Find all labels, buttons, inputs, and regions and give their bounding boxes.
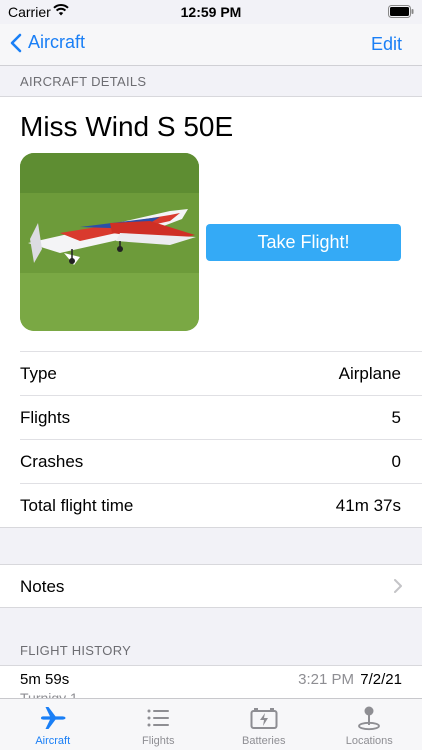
navigation-bar: Aircraft Edit [0,24,422,66]
location-pin-icon [358,706,381,731]
detail-label: Flights [20,407,71,427]
tab-label: Locations [345,735,393,747]
tab-label: Flights [142,735,175,747]
flight-date: 7/2/21 [360,671,402,688]
tab-label: Aircraft [35,735,71,747]
tab-aircraft[interactable]: Aircraft [0,699,106,750]
detail-value: 5 [391,407,401,427]
flight-duration: 5m 59s [20,671,70,688]
detail-label: Crashes [20,451,84,471]
take-flight-button[interactable]: Take Flight! [206,224,401,261]
edit-button[interactable]: Edit [371,34,402,55]
detail-row-total-flight-time: Total flight time 41m 37s [20,483,422,527]
aircraft-name: Miss Wind S 50E [20,111,234,142]
detail-row-type: Type Airplane [20,351,422,395]
back-label: Aircraft [28,32,86,52]
airplane-icon [40,707,66,729]
flight-history-header: FLIGHT HISTORY [20,643,132,658]
detail-value: 0 [391,451,401,471]
tab-batteries[interactable]: Batteries [211,699,317,750]
flight-time: 3:21 PM [298,671,354,688]
chevron-left-icon [10,33,22,52]
aircraft-photo [20,153,199,331]
back-button[interactable]: Aircraft [10,32,85,53]
detail-label: Total flight time [20,495,134,515]
status-time: 12:59 PM [180,4,242,20]
tab-locations[interactable]: Locations [317,699,422,750]
chevron-right-icon [394,579,402,598]
tab-bar: Aircraft Flights Batteries Locations [0,698,422,750]
detail-row-crashes: Crashes 0 [20,439,422,483]
tab-flights[interactable]: Flights [106,699,212,750]
detail-value: 41m 37s [335,495,401,515]
notes-row[interactable]: Notes [0,564,422,608]
notes-label: Notes [20,577,65,596]
battery-icon [250,708,278,729]
tab-label: Batteries [242,735,286,747]
aircraft-details-header: AIRCRAFT DETAILS [20,74,147,89]
status-bar: Carrier 12:59 PM [0,0,422,24]
detail-label: Type [20,363,57,383]
list-icon [147,709,170,727]
detail-value: Airplane [338,363,401,383]
battery-status-icon [388,5,414,21]
aircraft-details-card: Miss Wind S 50E Take Flight! Type Airpla… [0,96,422,528]
detail-row-flights: Flights 5 [20,395,422,439]
